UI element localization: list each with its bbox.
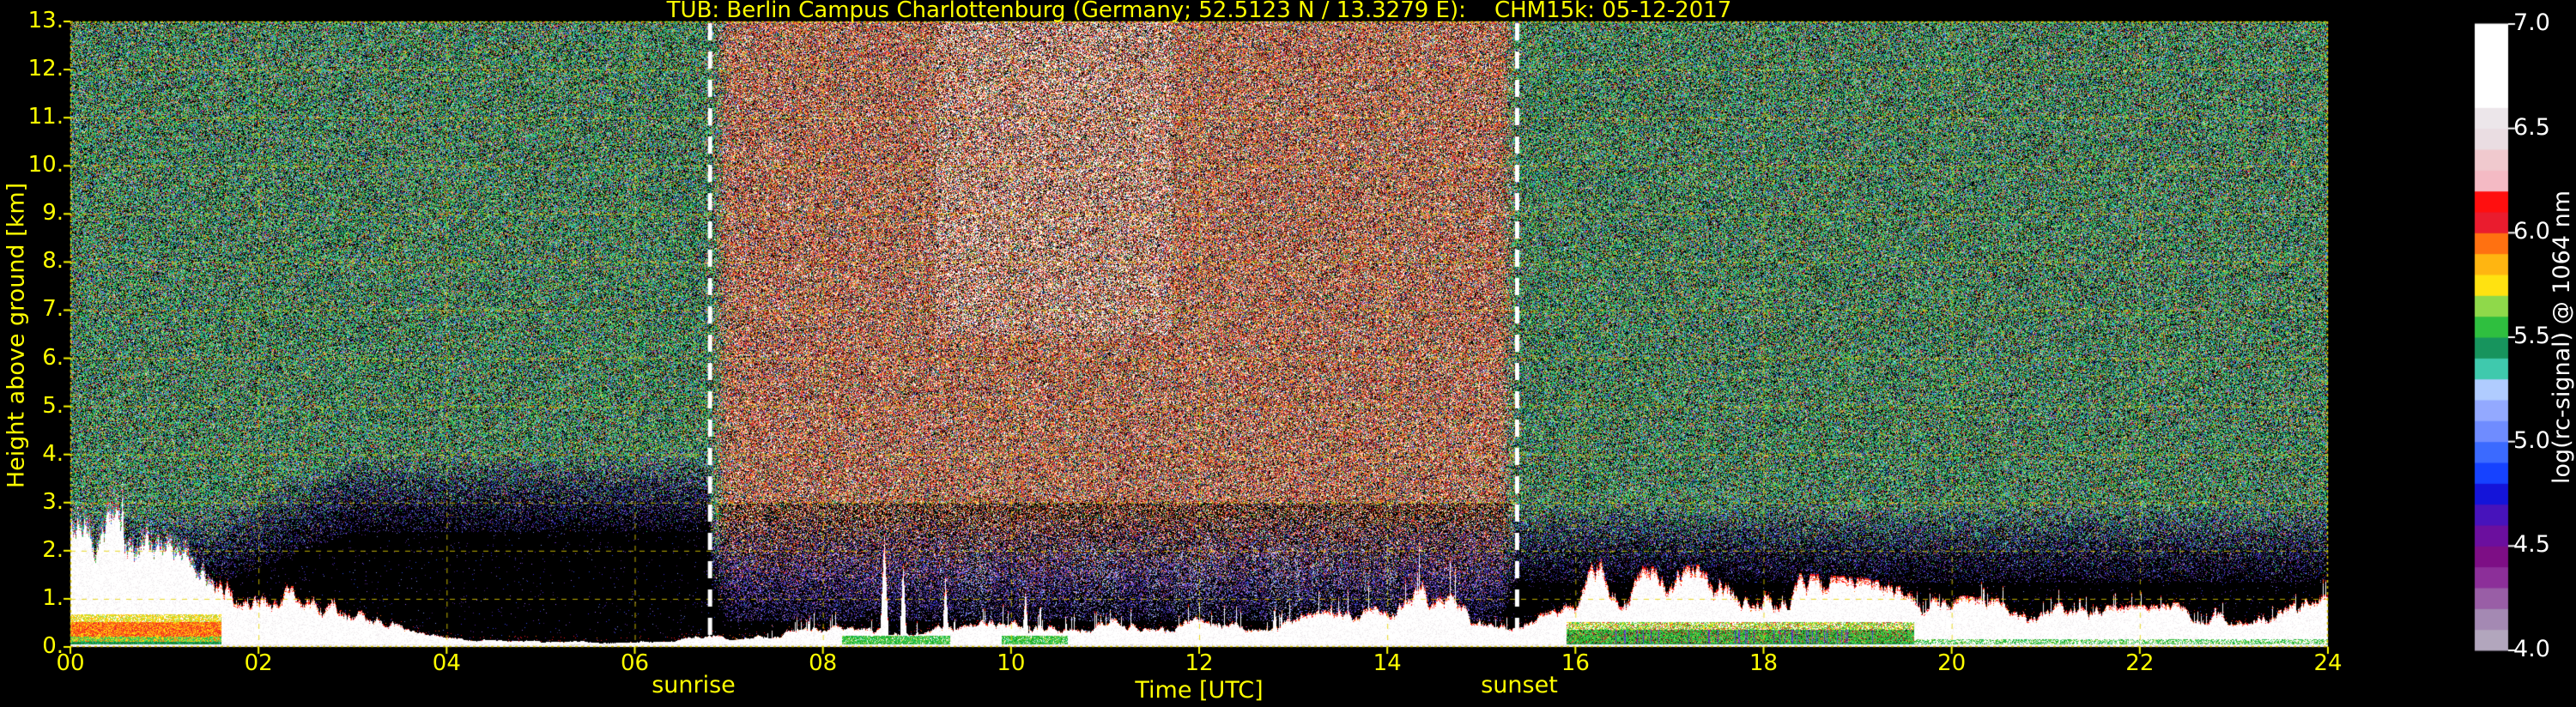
y-tick-label: 2. <box>42 536 64 563</box>
page-title: TUB: Berlin Campus Charlottenburg (Germa… <box>666 0 1732 23</box>
x-tick-label: 12 <box>1185 650 1214 676</box>
x-tick-label: 14 <box>1373 650 1402 676</box>
x-tick-label: 20 <box>1937 650 1967 676</box>
y-tick-label: 7. <box>42 296 64 323</box>
x-axis-label: Time [UTC] <box>1135 677 1264 704</box>
y-tick-label: 4. <box>42 440 64 467</box>
x-tick-label: 18 <box>1749 650 1779 676</box>
y-tick-label: 13. <box>27 8 64 33</box>
x-tick-label: 04 <box>432 650 461 676</box>
x-tick-label: 16 <box>1561 650 1590 676</box>
x-tick-label: 22 <box>2125 650 2155 676</box>
colorbar-tick-label: 6.0 <box>2513 218 2550 245</box>
x-tick-label: 24 <box>2313 650 2343 676</box>
y-tick-label: 5. <box>42 392 64 419</box>
y-tick-label: 9. <box>42 200 64 227</box>
x-tick-label: 10 <box>997 650 1026 676</box>
y-tick-label: 0. <box>42 633 64 659</box>
colorbar-tick-label: 5.5 <box>2513 323 2550 349</box>
y-tick-label: 8. <box>42 248 64 275</box>
colorbar-tick-label: 6.5 <box>2513 113 2550 141</box>
colorbar-tick-label: 7.0 <box>2513 9 2550 36</box>
y-tick-label: 12. <box>27 56 64 82</box>
ceilometer-quicklook: TUB: Berlin Campus Charlottenburg (Germa… <box>0 0 2576 707</box>
y-tick-label: 11. <box>27 104 64 130</box>
y-tick-label: 1. <box>42 584 64 611</box>
x-tick-label: 06 <box>620 650 650 676</box>
x-tick-label: 02 <box>244 650 273 676</box>
x-tick-label: 08 <box>809 650 838 676</box>
y-tick-label: 10. <box>27 152 64 178</box>
colorbar-tick-label: 5.0 <box>2513 426 2550 454</box>
colorbar-tick-label: 4.5 <box>2513 531 2550 559</box>
colorbar-tick-label: 4.0 <box>2513 636 2550 662</box>
y-tick-label: 3. <box>42 488 64 515</box>
y-tick-label: 6. <box>42 344 64 371</box>
ceilometer-plot-canvas <box>0 0 2576 707</box>
